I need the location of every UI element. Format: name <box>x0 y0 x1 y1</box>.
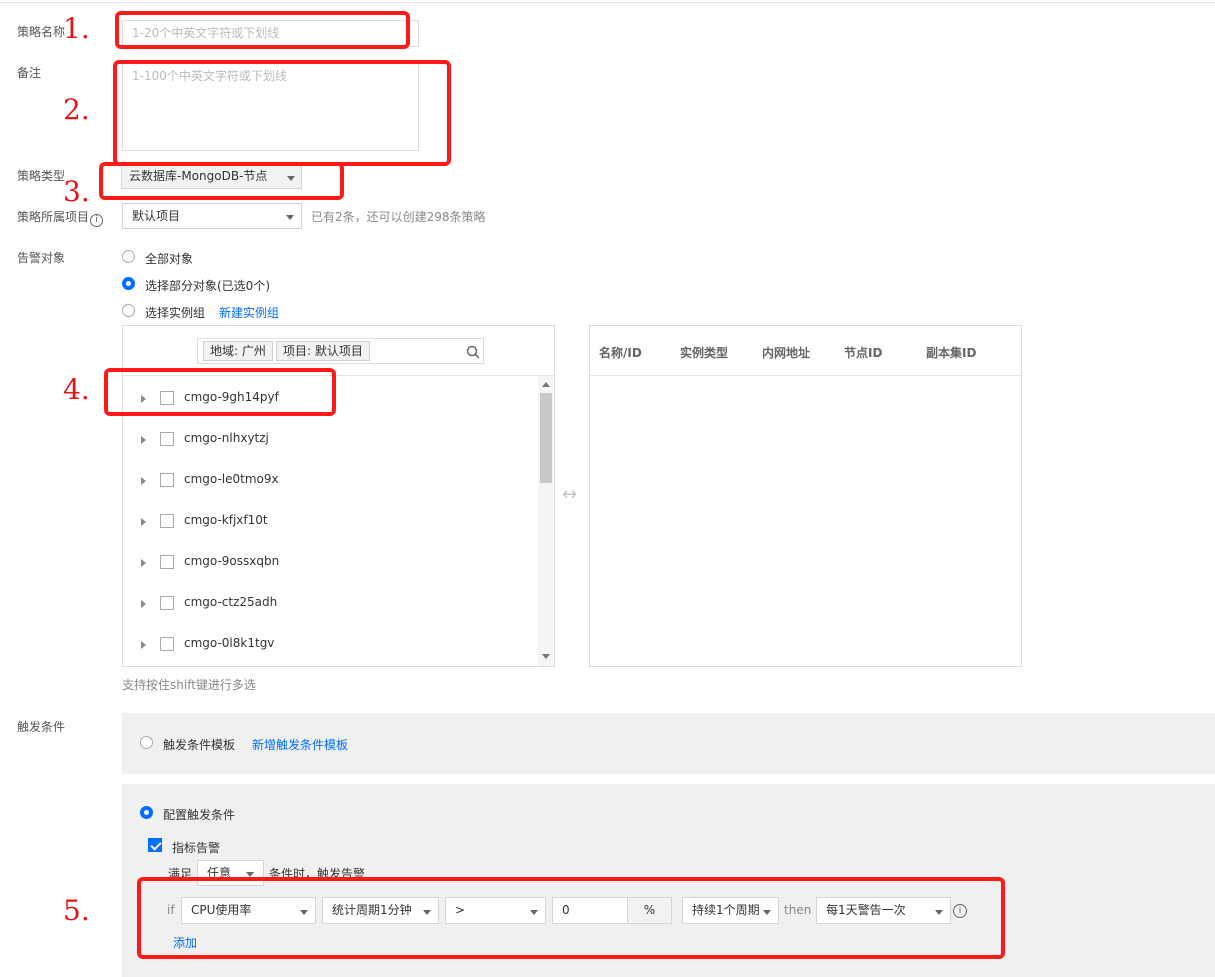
multi-select-hint: 支持按住shift键进行多选 <box>122 678 256 692</box>
annotation-number-2: 2. <box>63 93 90 126</box>
annotation-number-5: 5. <box>63 894 90 927</box>
instance-checkbox[interactable] <box>160 432 174 446</box>
header-divider <box>590 375 1021 376</box>
strategy-name-label: 策略名称 <box>17 25 66 39</box>
instance-name: cmgo-0l8k1tgv <box>184 636 275 650</box>
swap-arrow-icon: ↔ <box>562 484 578 505</box>
scroll-up-icon[interactable] <box>542 382 550 387</box>
radio-all-objects[interactable] <box>122 250 135 263</box>
radio-config-trigger-label: 配置触发条件 <box>163 808 236 822</box>
column-replica-set-id: 副本集ID <box>926 346 977 360</box>
instance-list-scrollbar[interactable] <box>538 376 554 666</box>
filter-tag-project[interactable]: 项目: 默认项目 <box>276 341 370 361</box>
radio-partial-objects-label: 选择部分对象(已选0个) <box>145 279 270 293</box>
info-icon: i <box>90 214 104 227</box>
top-divider <box>0 2 1215 3</box>
trigger-condition-label: 触发条件 <box>17 720 66 734</box>
expand-icon[interactable] <box>141 518 146 526</box>
instance-checkbox[interactable] <box>160 637 174 651</box>
instance-name: cmgo-nlhxytzj <box>184 431 269 445</box>
project-value: 默认项目 <box>132 209 181 223</box>
remark-label: 备注 <box>17 66 42 80</box>
annotation-box-1 <box>115 11 410 49</box>
expand-icon[interactable] <box>141 436 146 444</box>
column-private-ip: 内网地址 <box>762 346 811 360</box>
instance-checkbox[interactable] <box>160 596 174 610</box>
search-icon[interactable] <box>466 345 480 359</box>
project-quota-hint: 已有2条，还可以创建298条策略 <box>311 210 486 224</box>
expand-icon[interactable] <box>141 559 146 567</box>
column-instance-type: 实例类型 <box>680 346 729 360</box>
annotation-box-4 <box>104 368 336 416</box>
annotation-box-2 <box>113 60 451 166</box>
instance-search-box[interactable]: 地域: 广州 项目: 默认项目 <box>197 338 484 364</box>
chevron-down-icon <box>286 215 294 220</box>
column-node-id: 节点ID <box>844 346 883 360</box>
metric-alarm-label: 指标告警 <box>172 841 221 855</box>
expand-icon[interactable] <box>141 477 146 485</box>
instance-name: cmgo-kfjxf10t <box>184 513 268 527</box>
instance-checkbox[interactable] <box>160 473 174 487</box>
radio-config-trigger[interactable] <box>140 806 153 819</box>
annotation-number-3: 3. <box>63 175 90 208</box>
instance-name: cmgo-9ossxqbn <box>184 554 280 568</box>
annotation-number-1: 1. <box>63 12 90 45</box>
column-name-id: 名称/ID <box>599 346 642 360</box>
radio-instance-group[interactable] <box>122 304 135 317</box>
filter-tag-region[interactable]: 地域: 广州 <box>203 341 273 361</box>
radio-partial-objects[interactable] <box>122 277 135 290</box>
expand-icon[interactable] <box>141 600 146 608</box>
radio-instance-group-label: 选择实例组 <box>145 306 206 320</box>
project-label: 策略所属项目 i <box>17 208 104 227</box>
radio-trigger-template-label: 触发条件模板 <box>163 738 236 752</box>
annotation-box-5 <box>137 877 1005 959</box>
instance-name: cmgo-le0tmo9x <box>184 472 279 486</box>
new-trigger-template-link[interactable]: 新增触发条件模板 <box>252 736 348 753</box>
trigger-template-block: 触发条件模板 新增触发条件模板 <box>122 713 1215 774</box>
scrollbar-thumb[interactable] <box>540 393 552 483</box>
scroll-down-icon[interactable] <box>542 654 550 659</box>
instance-checkbox[interactable] <box>160 514 174 528</box>
annotation-number-4: 4. <box>63 373 90 406</box>
expand-icon[interactable] <box>141 641 146 649</box>
instance-name: cmgo-ctz25adh <box>184 595 278 609</box>
instance-checkbox[interactable] <box>160 555 174 569</box>
strategy-type-label: 策略类型 <box>17 169 66 183</box>
alarm-target-label: 告警对象 <box>17 251 66 265</box>
annotation-box-3 <box>99 162 344 200</box>
radio-trigger-template[interactable] <box>140 736 153 749</box>
selected-objects-panel: 名称/ID 实例类型 内网地址 节点ID 副本集ID <box>589 325 1022 667</box>
metric-alarm-checkbox[interactable] <box>148 838 162 852</box>
new-instance-group-link[interactable]: 新建实例组 <box>219 304 279 321</box>
radio-all-objects-label: 全部对象 <box>145 252 194 266</box>
project-select[interactable]: 默认项目 <box>122 203 302 229</box>
